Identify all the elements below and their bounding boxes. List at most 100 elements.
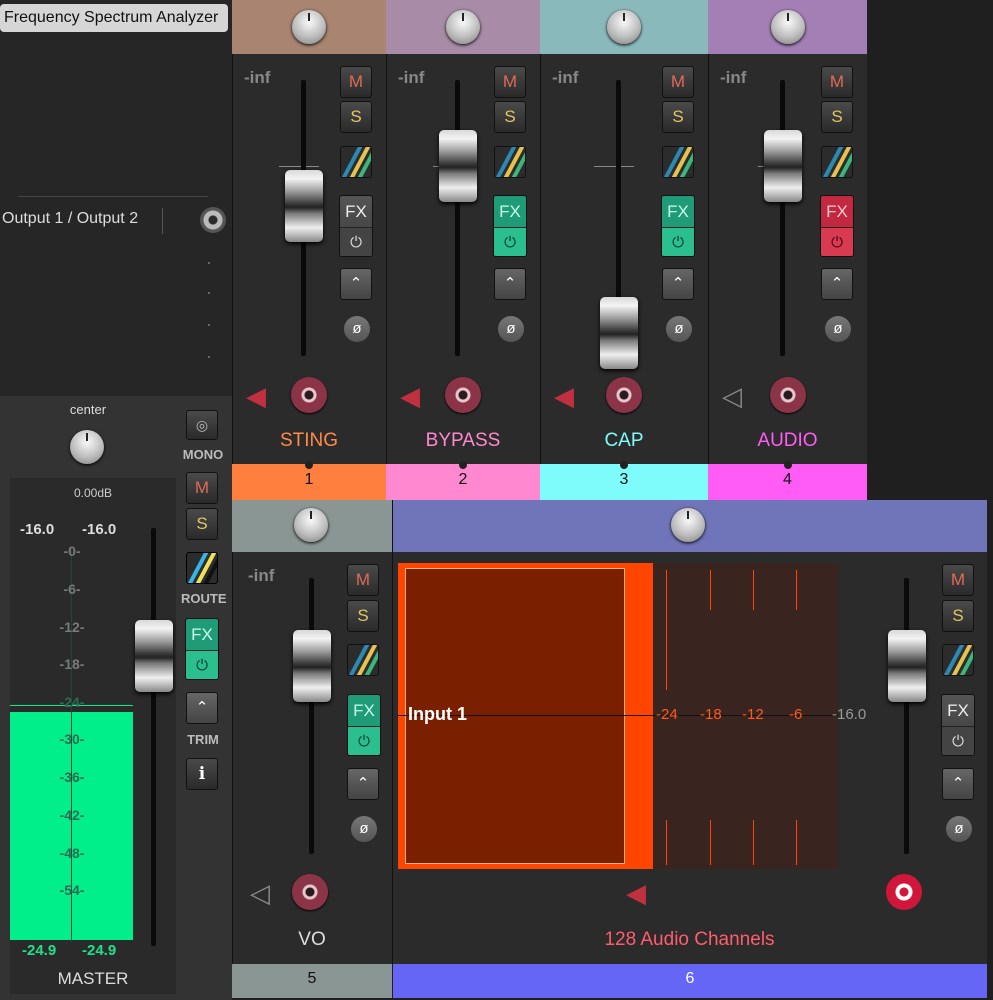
speaker-icon[interactable]: ◀ [626,880,646,906]
info-icon[interactable]: i [186,758,218,790]
fx-button-4[interactable]: FX ⏻ [820,195,854,257]
record-arm-icon[interactable] [292,874,328,910]
mute-button-6[interactable]: M [942,564,974,596]
fader-4[interactable] [764,130,802,202]
track-number-6[interactable]: 6 [393,964,987,998]
envelope-icon[interactable]: ⌃ [186,692,218,724]
speaker-icon[interactable]: ◁ [250,880,270,906]
master-fader[interactable] [135,620,173,692]
track-name-5[interactable]: VO [232,929,392,951]
track-name-3[interactable]: CAP [540,430,708,452]
envelope-icon[interactable]: ⌃ [942,768,974,800]
track-name-1[interactable]: STING [232,430,386,452]
record-arm-icon[interactable] [445,377,481,413]
power-icon[interactable]: ⏻ [348,726,380,755]
route-icon-5[interactable] [347,644,379,676]
master-pan-knob[interactable] [70,430,104,464]
phase-icon[interactable]: ø [825,316,851,342]
track-1-volume: -inf [244,68,271,87]
master-solo-button[interactable]: S [186,508,218,540]
track-name-2[interactable]: BYPASS [386,430,540,452]
speaker-icon[interactable]: ◀ [554,383,574,409]
mute-button-1[interactable]: M [340,66,372,98]
envelope-icon[interactable]: ⌃ [340,268,372,300]
phase-icon[interactable]: ø [666,316,692,342]
pan-knob-5[interactable] [294,508,328,542]
number-marker [459,461,467,469]
record-arm-icon[interactable] [886,874,922,910]
record-arm-icon[interactable] [291,377,327,413]
phase-icon[interactable]: ø [498,316,524,342]
folder-name[interactable]: 128 Audio Channels [392,929,987,951]
track-number-3[interactable]: 3 [540,464,708,500]
phase-icon[interactable]: ø [344,316,370,342]
dot [208,324,210,326]
envelope-icon[interactable]: ⌃ [494,268,526,300]
power-icon[interactable]: ⏻ [186,650,218,679]
master-mute-button[interactable]: M [186,472,218,504]
speaker-icon[interactable]: ◀ [400,383,420,409]
meter-scale: -12 [742,706,764,723]
record-arm-icon[interactable] [770,377,806,413]
solo-button-5[interactable]: S [347,600,379,632]
fader-5[interactable] [293,630,331,702]
envelope-icon[interactable]: ⌃ [662,268,694,300]
fader-3[interactable] [600,297,638,369]
mute-button-5[interactable]: M [347,564,379,596]
power-icon[interactable]: ⏻ [821,227,853,256]
track-name-4[interactable]: AUDIO [708,430,867,452]
track-number-2[interactable]: 2 [386,464,540,500]
fx-button-6[interactable]: FX ⏻ [941,694,975,756]
speaker-icon[interactable]: ◀ [246,383,266,409]
fader-2[interactable] [439,130,477,202]
plugin-title[interactable]: Frequency Spectrum Analyzer [0,4,228,32]
record-arm-icon[interactable] [606,377,642,413]
track-number-5[interactable]: 5 [232,964,392,998]
fx-button-2[interactable]: FX ⏻ [493,195,527,257]
route-icon-6[interactable] [942,644,974,676]
pan-knob-2[interactable] [446,10,480,44]
route-icon-4[interactable] [821,146,853,178]
master-fx-button[interactable]: FX ⏻ [185,618,219,680]
fx-button-5[interactable]: FX ⏻ [347,694,381,756]
power-icon[interactable]: ⏻ [942,726,974,755]
mono-icon[interactable]: ◎ [186,410,218,440]
speaker-icon[interactable]: ◁ [722,383,742,409]
track-number-1[interactable]: 1 [232,464,386,500]
meter-value: -16.0 [832,706,867,723]
envelope-icon[interactable]: ⌃ [347,768,379,800]
route-icon-1[interactable] [340,146,372,178]
power-icon[interactable]: ⏻ [662,227,694,256]
mute-button-4[interactable]: M [821,66,853,98]
pan-knob-4[interactable] [771,10,805,44]
solo-button-1[interactable]: S [340,101,372,133]
envelope-icon[interactable]: ⌃ [821,268,853,300]
pan-knob-3[interactable] [607,10,641,44]
dot [208,292,210,294]
power-icon[interactable]: ⏻ [494,227,526,256]
solo-button-2[interactable]: S [494,101,526,133]
fx-label: FX [499,202,521,221]
unity-tick [279,166,319,167]
fx-button-1[interactable]: FX ⏻ [339,195,373,257]
fader-6[interactable] [888,630,926,702]
phase-icon[interactable]: ø [351,816,377,842]
route-icon-2[interactable] [494,146,526,178]
fx-button-3[interactable]: FX ⏻ [661,195,695,257]
solo-button-6[interactable]: S [942,600,974,632]
solo-button-3[interactable]: S [662,101,694,133]
phase-icon[interactable]: ø [946,816,972,842]
master-route-icon[interactable] [186,552,218,584]
power-icon[interactable]: ⏻ [340,227,372,256]
output-knob-icon[interactable] [200,207,226,233]
fader-1[interactable] [285,170,323,242]
mute-button-3[interactable]: M [662,66,694,98]
track-number-4[interactable]: 4 [708,464,867,500]
route-icon-3[interactable] [662,146,694,178]
scale-tick: -48- [59,845,85,861]
solo-button-4[interactable]: S [821,101,853,133]
pan-knob-6[interactable] [671,508,705,542]
pan-knob-1[interactable] [292,10,326,44]
mute-button-2[interactable]: M [494,66,526,98]
output-routing-label[interactable]: Output 1 / Output 2 [2,210,138,228]
